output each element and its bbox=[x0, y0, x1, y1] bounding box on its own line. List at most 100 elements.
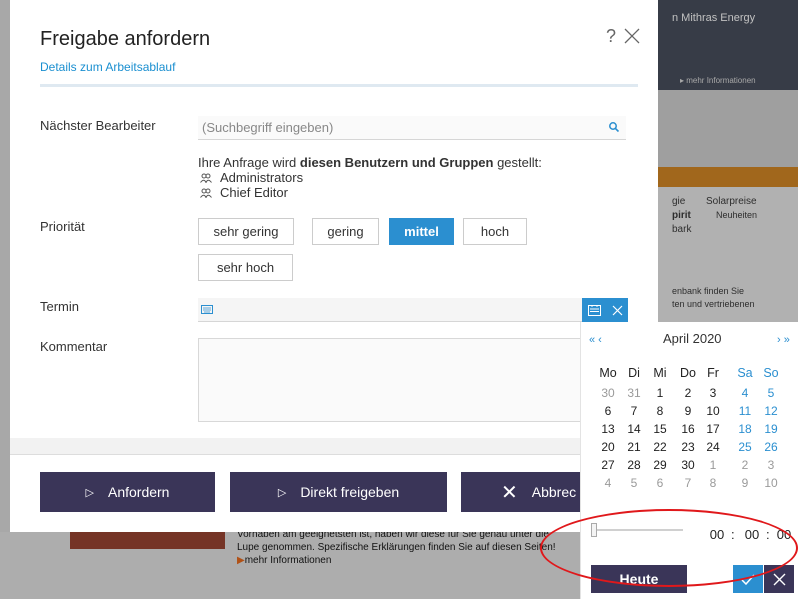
calendar-day[interactable]: 1 bbox=[649, 386, 671, 400]
request-button[interactable]: ▷ Anfordern bbox=[40, 472, 215, 512]
calendar-icon[interactable] bbox=[587, 304, 601, 316]
editor-search-input[interactable]: (Suchbegriff eingeben) bbox=[198, 116, 626, 140]
second-field[interactable]: 00 bbox=[772, 527, 796, 542]
calendar-day[interactable]: 4 bbox=[734, 386, 756, 400]
comment-label: Kommentar bbox=[40, 339, 108, 354]
confirm-button[interactable] bbox=[733, 565, 763, 593]
time-separator: : bbox=[731, 527, 735, 542]
close-icon[interactable] bbox=[624, 24, 640, 50]
calendar-day[interactable]: 30 bbox=[677, 458, 699, 472]
approve-directly-label: Direkt freigeben bbox=[300, 484, 400, 500]
calendar-day[interactable]: 26 bbox=[760, 440, 782, 454]
keyboard-icon bbox=[201, 305, 213, 314]
weekday-header: Di bbox=[628, 366, 640, 380]
group-icon bbox=[200, 188, 212, 198]
deadline-actions bbox=[582, 298, 628, 322]
check-icon bbox=[741, 574, 755, 585]
hour-field[interactable]: 00 bbox=[705, 527, 729, 542]
calendar-day[interactable]: 13 bbox=[597, 422, 619, 436]
calendar-day[interactable]: 8 bbox=[702, 476, 724, 490]
priority-high-button[interactable]: hoch bbox=[463, 218, 527, 245]
calendar-day[interactable]: 27 bbox=[597, 458, 619, 472]
comment-textarea[interactable] bbox=[198, 338, 626, 422]
calendar-day[interactable]: 28 bbox=[623, 458, 645, 472]
play-icon: ▷ bbox=[85, 486, 94, 499]
calendar-day[interactable]: 1 bbox=[702, 458, 724, 472]
weekday-header: Sa bbox=[737, 366, 753, 380]
calendar-day[interactable]: 7 bbox=[623, 404, 645, 418]
calendar-day[interactable]: 18 bbox=[734, 422, 756, 436]
footer-line bbox=[10, 454, 658, 455]
calendar-day[interactable]: 25 bbox=[734, 440, 756, 454]
calendar-day[interactable]: 5 bbox=[623, 476, 645, 490]
time-separator: : bbox=[766, 527, 770, 542]
group-item: Chief Editor bbox=[198, 185, 542, 200]
search-icon[interactable] bbox=[608, 121, 620, 133]
weekday-header: So bbox=[763, 366, 779, 380]
previous-month-nav[interactable]: « ‹ bbox=[589, 334, 602, 346]
date-picker-popup: « ‹ April 2020 › » Mo Di Mi Do Fr Sa So 30 31 1 2 3… bbox=[580, 322, 798, 599]
group-icon bbox=[200, 173, 212, 183]
calendar-month-title: April 2020 bbox=[663, 331, 722, 346]
calendar-day[interactable]: 24 bbox=[702, 440, 724, 454]
priority-very-low-button[interactable]: sehr gering bbox=[198, 218, 294, 245]
time-slider-track[interactable] bbox=[593, 529, 683, 531]
calendar-day[interactable]: 21 bbox=[623, 440, 645, 454]
play-icon: ▷ bbox=[277, 486, 287, 499]
today-button[interactable]: Heute bbox=[591, 565, 687, 593]
calendar-day[interactable]: 16 bbox=[677, 422, 699, 436]
calendar-day[interactable]: 9 bbox=[677, 404, 699, 418]
calendar-day[interactable]: 2 bbox=[677, 386, 699, 400]
calendar-day[interactable]: 2 bbox=[734, 458, 756, 472]
calendar-day[interactable]: 8 bbox=[649, 404, 671, 418]
next-editor-label: Nächster Bearbeiter bbox=[40, 118, 156, 133]
approve-directly-button[interactable]: ▷ Direkt freigeben bbox=[230, 472, 447, 512]
weekday-header: Fr bbox=[707, 366, 719, 380]
calendar-day[interactable]: 29 bbox=[649, 458, 671, 472]
calendar-day[interactable]: 17 bbox=[702, 422, 724, 436]
calendar-day[interactable]: 7 bbox=[677, 476, 699, 490]
next-month-nav[interactable]: › » bbox=[777, 334, 790, 346]
calendar-day[interactable]: 31 bbox=[623, 386, 645, 400]
calendar-day[interactable]: 20 bbox=[597, 440, 619, 454]
calendar-day[interactable]: 10 bbox=[702, 404, 724, 418]
section-underline bbox=[40, 84, 638, 87]
deadline-input[interactable] bbox=[198, 298, 582, 322]
calendar-day[interactable]: 23 bbox=[677, 440, 699, 454]
calendar-day[interactable]: 14 bbox=[623, 422, 645, 436]
dismiss-button[interactable] bbox=[764, 565, 794, 593]
calendar-day[interactable]: 22 bbox=[649, 440, 671, 454]
calendar-day[interactable]: 19 bbox=[760, 422, 782, 436]
priority-low-button[interactable]: gering bbox=[312, 218, 379, 245]
weekday-header: Do bbox=[680, 366, 696, 380]
cancel-button-label: Abbrec bbox=[531, 484, 577, 500]
request-button-label: Anfordern bbox=[107, 484, 170, 500]
calendar-day[interactable]: 30 bbox=[597, 386, 619, 400]
priority-very-high-button[interactable]: sehr hoch bbox=[198, 254, 293, 281]
calendar-day[interactable]: 3 bbox=[702, 386, 724, 400]
group-item: Administrators bbox=[198, 170, 542, 185]
calendar-day[interactable]: 12 bbox=[760, 404, 782, 418]
calendar-day[interactable]: 3 bbox=[760, 458, 782, 472]
calendar-day[interactable]: 10 bbox=[760, 476, 782, 490]
calendar-day[interactable]: 11 bbox=[734, 404, 756, 418]
calendar-day[interactable]: 5 bbox=[760, 386, 782, 400]
recipients-text: Ihre Anfrage wird diesen Benutzern und G… bbox=[198, 155, 542, 170]
tab-workflow-details[interactable]: Details zum Arbeitsablauf bbox=[40, 60, 175, 74]
recipients-info: Ihre Anfrage wird diesen Benutzern und G… bbox=[198, 155, 542, 200]
deadline-label: Termin bbox=[40, 299, 80, 314]
calendar-day[interactable]: 6 bbox=[649, 476, 671, 490]
time-slider-handle[interactable] bbox=[591, 523, 597, 537]
calendar-day[interactable]: 9 bbox=[734, 476, 756, 490]
footer-separator bbox=[10, 438, 658, 454]
minute-field[interactable]: 00 bbox=[740, 527, 764, 542]
group-name: Administrators bbox=[220, 170, 304, 185]
calendar-day[interactable]: 6 bbox=[597, 404, 619, 418]
priority-medium-button[interactable]: mittel bbox=[389, 218, 454, 245]
calendar-day[interactable]: 4 bbox=[597, 476, 619, 490]
help-icon[interactable]: ? bbox=[606, 26, 616, 47]
priority-label: Priorität bbox=[40, 219, 85, 234]
close-icon bbox=[773, 573, 785, 585]
calendar-day[interactable]: 15 bbox=[649, 422, 671, 436]
clear-icon[interactable] bbox=[612, 305, 623, 316]
